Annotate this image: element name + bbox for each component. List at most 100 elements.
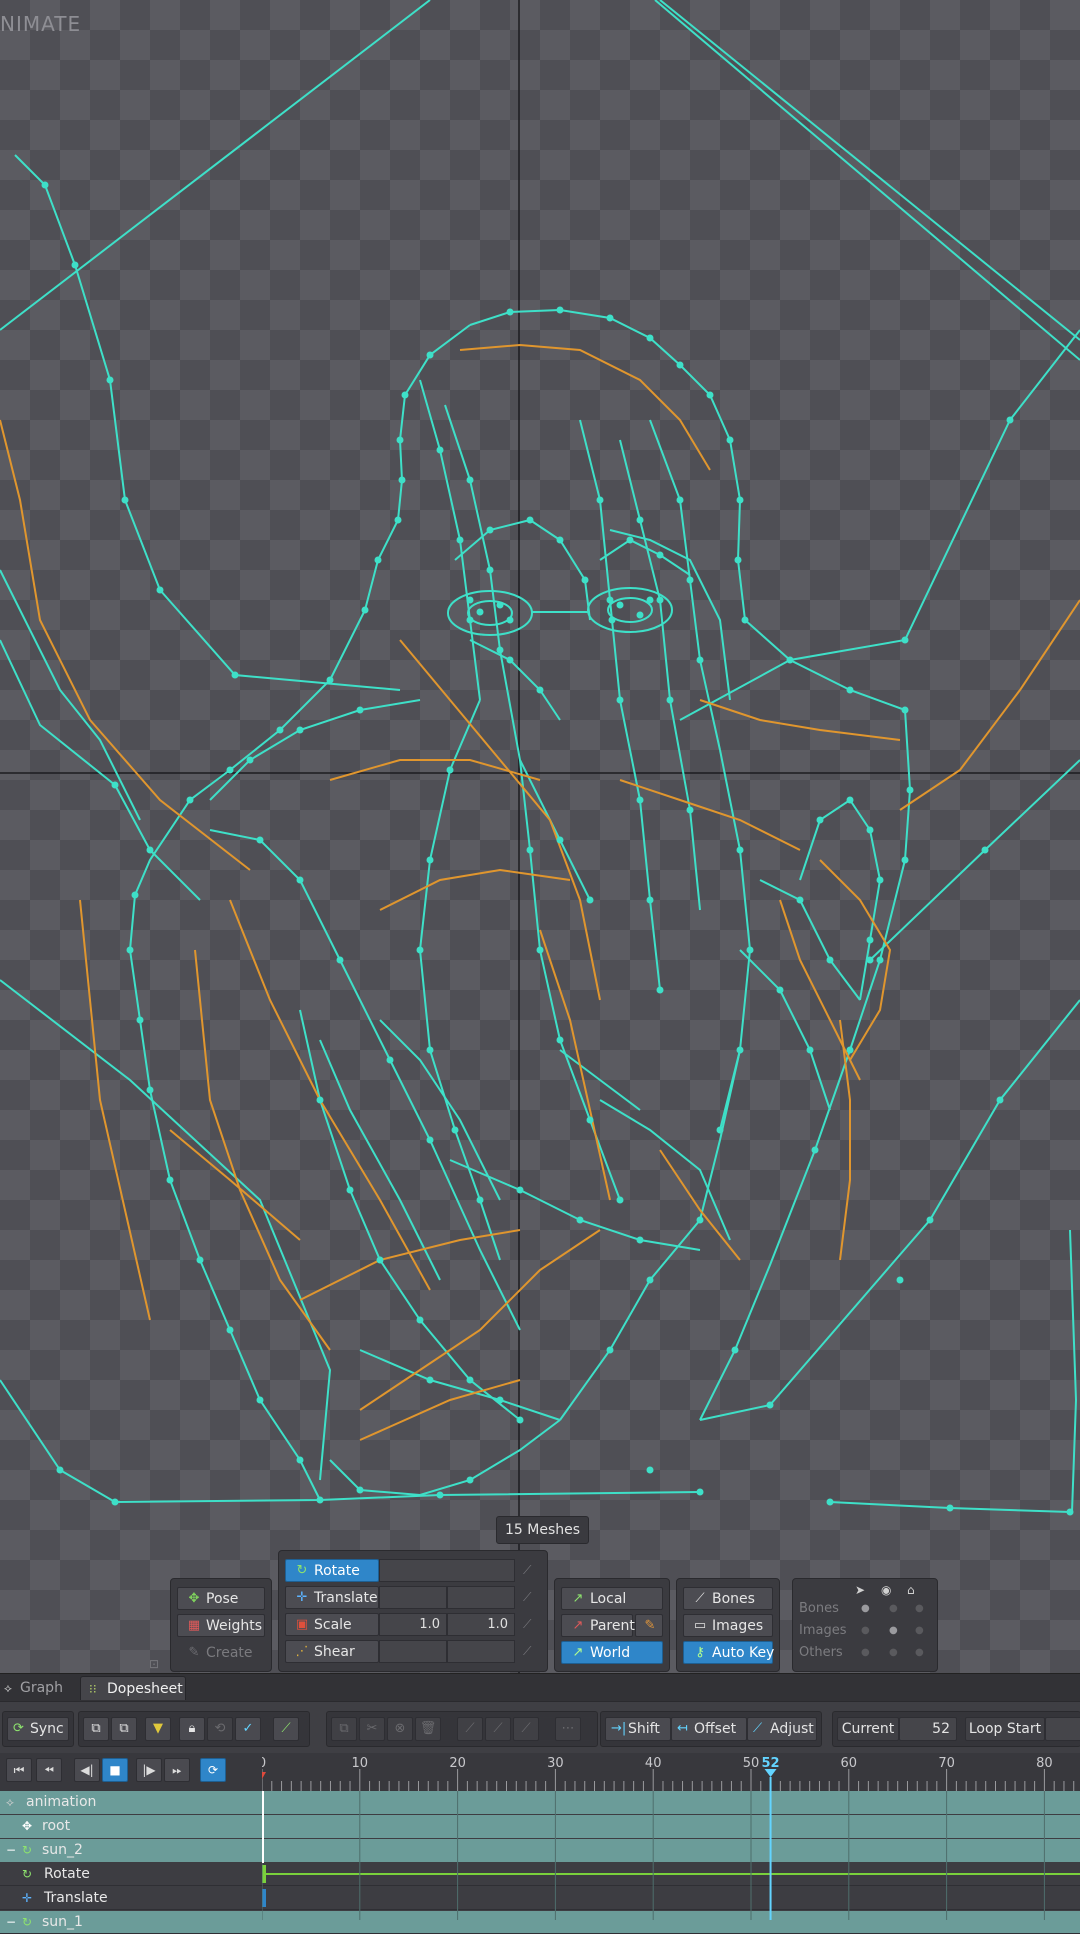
bone-key-icon[interactable]: ⟋ [273,1717,299,1741]
key-all-icon[interactable]: ✓ [235,1717,261,1741]
scale-icon: ▣ [295,1617,309,1632]
rotate-value[interactable] [379,1559,515,1582]
transform-panel: ↻ Rotate ⟋ ✛ Translate ⟋ ▣ Scale 1.0 1.0 ⟋ … [278,1550,548,1672]
canvas-viewport[interactable]: NIMATE 15 Meshes ✥ Pose ▦ Weights ✎ Crea… [0,0,1080,1673]
current-frame-field[interactable]: 52 [899,1717,957,1741]
translate-y-field[interactable] [447,1586,515,1609]
create-button[interactable]: ✎ Create [177,1641,265,1664]
root-icon: ✥ [22,1819,33,1833]
offset-button[interactable]: ↤ Offset [671,1717,747,1741]
others-select-dot[interactable]: ● [861,1647,870,1658]
filter-group: ⧉ ⧉ ▼ 🔒︎ ⟲ ✓ ⟋ [78,1711,310,1747]
curve-custom-icon[interactable]: ⋯ [555,1717,581,1741]
copy-key-icon[interactable]: ⧉ [331,1717,357,1741]
translate-button[interactable]: ✛ Translate [285,1586,379,1609]
track-name: sun_1 [42,1914,83,1930]
others-visible-dot[interactable]: ● [889,1647,898,1658]
eye-icon[interactable]: ◉ [881,1583,891,1597]
tick-label: 60 [841,1756,858,1771]
translate-x-field[interactable] [379,1586,447,1609]
track-name: sun_2 [42,1842,83,1858]
tag-icon[interactable]: ⌂ [907,1583,915,1597]
timeline-ruler[interactable]: 0 10 20 30 40 5052 60 70 80 [258,1753,1080,1791]
weights-icon: ▦ [187,1618,201,1633]
offset-icon: ↤ [677,1721,688,1736]
select-icon[interactable]: ➤ [855,1583,865,1597]
play-reverse-button[interactable]: ◀| [74,1758,100,1782]
create-icon: ✎ [188,1645,200,1660]
axes-panel: ↗ Local ↗ Parent ✎ ↗ World [554,1578,670,1672]
tick-label: 50 [743,1756,760,1771]
track-name: Translate [44,1890,108,1906]
scale-button[interactable]: ▣ Scale [285,1613,379,1636]
track-list: ⟡ animation ✥ root − ↻ sun_2 ↻ Rotate ✛ [0,1791,1080,1934]
adjust-button[interactable]: ⟋ Adjust [747,1717,817,1741]
shear-key-icon[interactable]: ⟋ [523,1644,531,1659]
play-button[interactable]: |▶ [136,1758,162,1782]
delete-icon[interactable]: ⊗ [387,1717,413,1741]
scale-key-icon[interactable]: ⟋ [523,1617,531,1632]
parent-button[interactable]: ↗ Parent [561,1614,635,1637]
loop-button[interactable]: ⟳ [200,1758,226,1782]
scale-y-field[interactable]: 1.0 [447,1613,515,1636]
local-button[interactable]: ↗ Local [561,1587,663,1610]
parent-pick-button[interactable]: ✎ [635,1614,663,1637]
local-icon: ↗ [572,1591,584,1606]
next-key-button[interactable]: ⏩︎ [164,1758,190,1782]
bones-button[interactable]: ⟋ Bones [683,1587,773,1610]
bones-select-dot[interactable]: ● [861,1603,870,1614]
bones-visible-dot[interactable]: ● [889,1603,898,1614]
scale-x-field[interactable]: 1.0 [379,1613,447,1636]
shear-icon: ⋰ [295,1644,309,1659]
tab-graph[interactable]: ⟡ Graph [0,1676,80,1700]
lock-icon[interactable]: 🔒︎ [179,1717,205,1741]
shear-x-field[interactable] [379,1640,447,1663]
bones-name-dot[interactable]: ● [915,1603,924,1614]
images-visible-dot[interactable]: ● [889,1625,898,1636]
collapse-toggle-icon[interactable]: − [6,1839,16,1862]
first-frame-button[interactable]: ⏮ [6,1758,32,1782]
loop-start-field[interactable] [1045,1717,1080,1741]
sync-button[interactable]: ⟳ Sync [7,1717,69,1741]
filter-icon[interactable]: ▼ [145,1717,171,1741]
tick-label: 0 [262,1756,266,1771]
loop-icon[interactable]: ⟲ [207,1717,233,1741]
paste-icon[interactable]: ⧉ [111,1717,137,1741]
rotate-icon: ↻ [296,1563,308,1578]
shear-button[interactable]: ⋰ Shear [285,1640,379,1663]
animation-icon: ⟡ [6,1795,14,1809]
others-name-dot[interactable]: ● [915,1647,924,1658]
tick-label: 20 [449,1756,466,1771]
curve-linear-icon[interactable]: ⟋ [457,1717,483,1741]
curve-bezier-icon[interactable]: ⟋ [513,1717,539,1741]
current-label: Current [837,1717,899,1741]
prev-key-button[interactable]: ⏪︎ [36,1758,62,1782]
tick-label: 40 [645,1756,662,1771]
world-button[interactable]: ↗ World [561,1641,663,1664]
cut-icon[interactable]: ✂ [359,1717,385,1741]
collapse-toggle-icon[interactable]: − [6,1911,16,1934]
pose-icon: ✥ [188,1591,200,1606]
shift-icon: →| [611,1721,627,1736]
stop-button[interactable]: ■ [102,1758,128,1782]
shear-y-field[interactable] [447,1640,515,1663]
trash-icon[interactable]: 🗑︎ [415,1717,441,1741]
tab-dopesheet[interactable]: ⁝⁝ Dopesheet [80,1676,186,1700]
images-button[interactable]: ▭ Images [683,1614,773,1637]
rotate-key-icon[interactable]: ⟋ [523,1563,531,1578]
mesh-overlay[interactable] [0,0,1080,1673]
translate-key-icon[interactable]: ⟋ [523,1590,531,1605]
translate-icon: ✛ [296,1590,308,1605]
images-name-dot[interactable]: ● [915,1625,924,1636]
auto-key-button[interactable]: ⚷ Auto Key [683,1641,774,1664]
pose-button[interactable]: ✥ Pose [177,1587,265,1610]
weights-button[interactable]: ▦ Weights [177,1614,265,1637]
curve-stepped-icon[interactable]: ⟋ [485,1717,511,1741]
copy-icon[interactable]: ⧉ [83,1717,109,1741]
shift-button[interactable]: →| Shift [605,1717,671,1741]
dopesheet-icon: ⁝⁝ [89,1682,97,1696]
rotate-button[interactable]: ↻ Rotate [285,1559,379,1582]
images-select-dot[interactable]: ● [861,1625,870,1636]
pencil-icon: ✎ [644,1618,656,1633]
collapse-icon[interactable]: ⊡ [149,1657,159,1671]
